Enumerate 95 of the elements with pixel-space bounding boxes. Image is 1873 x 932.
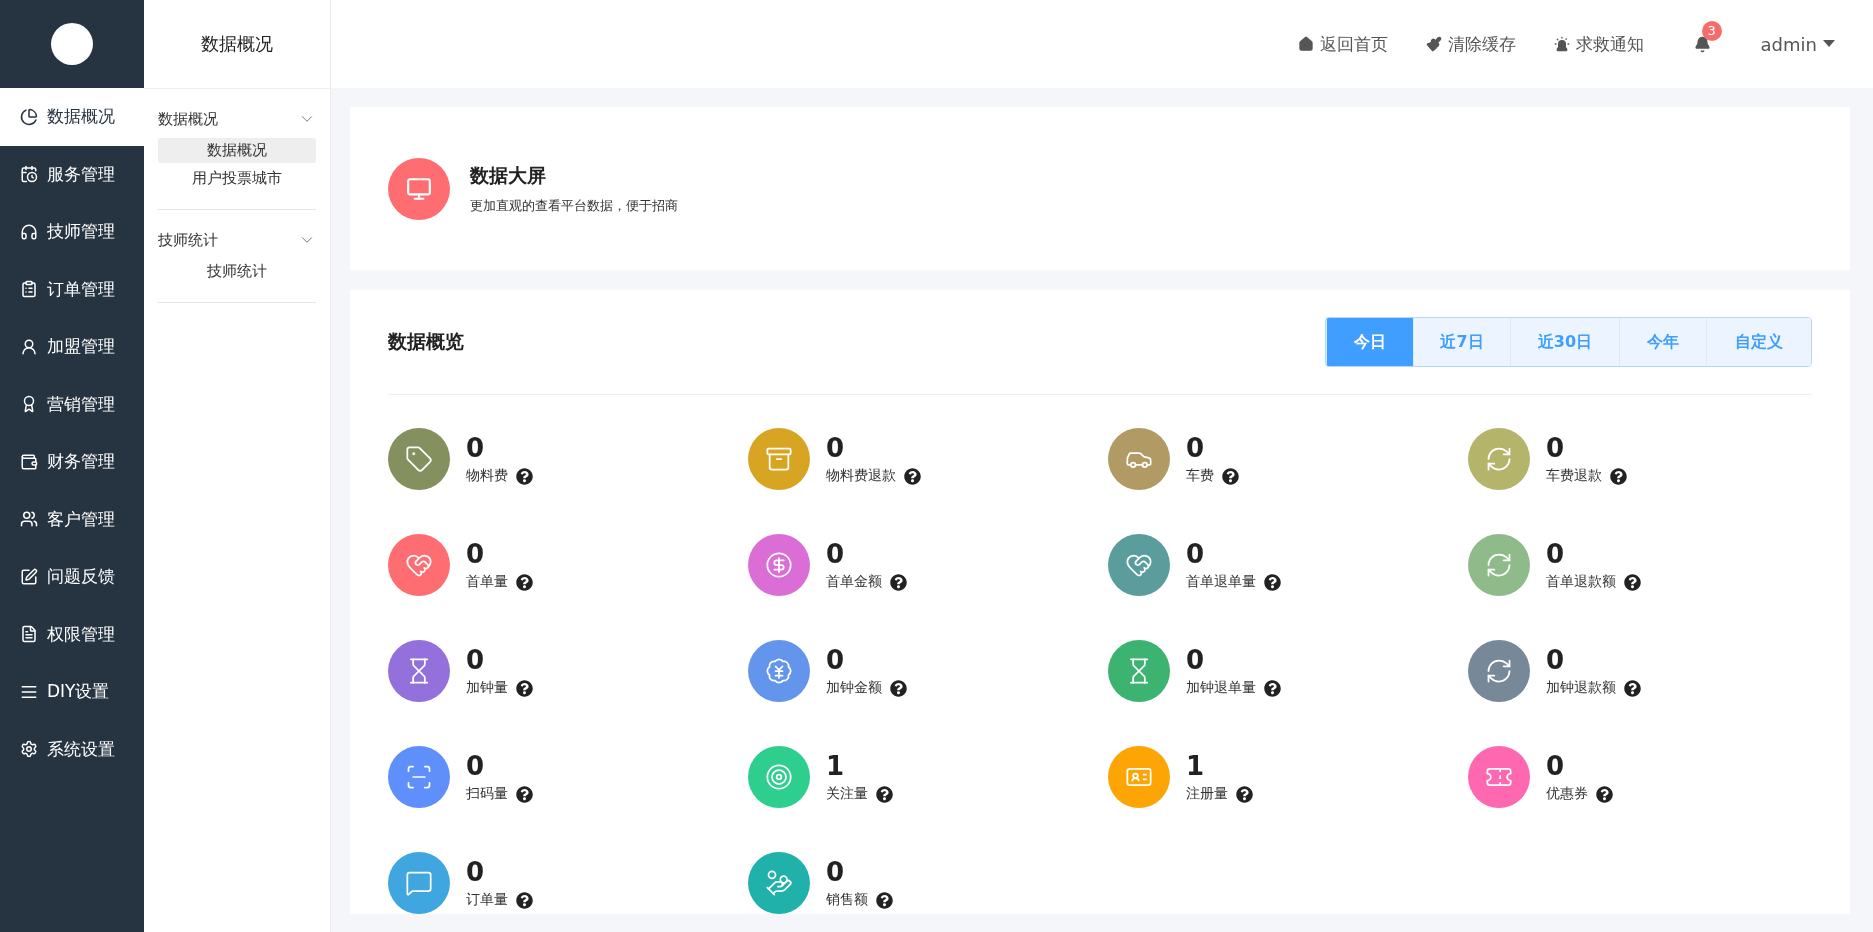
stat-label: 物料费 xyxy=(466,467,508,485)
document-icon xyxy=(20,625,38,644)
notification-badge: 3 xyxy=(1701,20,1722,41)
clipboard-icon xyxy=(20,280,38,299)
help-icon[interactable] xyxy=(1222,467,1239,485)
headphones-icon xyxy=(20,222,38,241)
users-icon xyxy=(20,510,38,529)
header-link[interactable]: 求救通知 xyxy=(1553,32,1644,56)
stat-value: 0 xyxy=(1186,433,1206,463)
stat-label: 加钟金额 xyxy=(826,679,882,697)
stat-value: 0 xyxy=(1546,751,1566,781)
stat-label: 首单退款额 xyxy=(1546,573,1616,591)
sidebar-item[interactable]: 服务管理 xyxy=(0,145,144,203)
stat-label: 加钟退单量 xyxy=(1186,679,1256,697)
stat-value: 0 xyxy=(826,645,846,675)
help-icon[interactable] xyxy=(890,679,907,697)
calendar-icon xyxy=(20,165,38,184)
sidebar-item[interactable]: 财务管理 xyxy=(0,433,144,491)
sidebar-item[interactable]: 技师管理 xyxy=(0,203,144,261)
pie-chart-icon xyxy=(20,107,38,126)
home-icon xyxy=(1297,36,1314,52)
stat-label: 首单退单量 xyxy=(1186,573,1256,591)
stat-value: 0 xyxy=(1186,539,1206,569)
stat-value: 0 xyxy=(826,857,846,887)
user-menu[interactable]: admin xyxy=(1760,33,1835,55)
stat-label: 关注量 xyxy=(826,785,868,803)
header-link[interactable]: 清除缓存 xyxy=(1425,32,1516,56)
subnav-title: 数据概况 xyxy=(144,0,330,89)
stat-value: 0 xyxy=(826,433,846,463)
bell-icon[interactable] xyxy=(1693,35,1711,53)
user-icon xyxy=(20,337,38,356)
help-icon[interactable] xyxy=(1596,785,1613,803)
stat-value: 0 xyxy=(466,433,486,463)
help-icon[interactable] xyxy=(516,891,533,909)
sidebar-item[interactable]: 营销管理 xyxy=(0,375,144,433)
section-title: 数据概览 xyxy=(388,329,464,354)
banner-title[interactable]: 数据大屏 xyxy=(470,162,678,189)
stat-label: 加钟量 xyxy=(466,679,508,697)
stat-label: 注册量 xyxy=(1186,785,1228,803)
stat-value: 0 xyxy=(1186,645,1206,675)
help-icon[interactable] xyxy=(516,467,533,485)
help-icon[interactable] xyxy=(1624,573,1641,591)
caret-icon xyxy=(1823,40,1835,48)
sidebar-item[interactable]: 系统设置 xyxy=(0,720,144,778)
help-icon[interactable] xyxy=(876,785,893,803)
subnav-group[interactable]: 数据概况 xyxy=(158,103,316,135)
subnav-item[interactable]: 用户投票城市 xyxy=(158,166,316,191)
help-icon[interactable] xyxy=(516,785,533,803)
stat-value: 1 xyxy=(826,751,846,781)
sidebar-item[interactable]: 权限管理 xyxy=(0,605,144,663)
stat-label: 物料费退款 xyxy=(826,467,896,485)
stat-value: 0 xyxy=(466,857,486,887)
subnav-group[interactable]: 技师统计 xyxy=(158,224,316,256)
banner-description: 更加直观的查看平台数据，便于招商 xyxy=(470,196,678,215)
stat-label: 销售额 xyxy=(826,891,868,909)
help-icon[interactable] xyxy=(1624,679,1641,697)
stat-value: 0 xyxy=(466,539,486,569)
brush-icon xyxy=(1425,36,1442,52)
siren-icon xyxy=(1553,36,1570,52)
help-icon[interactable] xyxy=(1236,785,1253,803)
stat-value: 0 xyxy=(826,539,846,569)
help-icon[interactable] xyxy=(876,891,893,909)
help-icon[interactable] xyxy=(1264,679,1281,697)
help-icon[interactable] xyxy=(890,573,907,591)
sidebar-item[interactable]: 客户管理 xyxy=(0,490,144,548)
help-icon[interactable] xyxy=(516,573,533,591)
sidebar-item[interactable]: DIY设置 xyxy=(0,663,144,721)
stat-label: 首单量 xyxy=(466,573,508,591)
help-icon[interactable] xyxy=(1610,467,1627,485)
sidebar-item[interactable]: 数据概况 xyxy=(0,88,144,146)
help-icon[interactable] xyxy=(516,679,533,697)
help-icon[interactable] xyxy=(904,467,921,485)
stat-value: 1 xyxy=(1186,751,1206,781)
stat-label: 优惠券 xyxy=(1546,785,1588,803)
sidebar-item[interactable]: 加盟管理 xyxy=(0,318,144,376)
stat-value: 0 xyxy=(466,645,486,675)
subnav-item[interactable]: 技师统计 xyxy=(158,259,316,284)
header-link[interactable]: 返回首页 xyxy=(1297,32,1388,56)
edit-icon xyxy=(20,567,38,586)
stat-label: 扫码量 xyxy=(466,785,508,803)
sidebar-item[interactable]: 问题反馈 xyxy=(0,548,144,606)
stat-label: 车费 xyxy=(1186,467,1214,485)
stat-value: 0 xyxy=(1546,433,1566,463)
stat-label: 首单金额 xyxy=(826,573,882,591)
stat-label: 车费退款 xyxy=(1546,467,1602,485)
stat-value: 0 xyxy=(1546,645,1566,675)
stat-value: 0 xyxy=(1546,539,1566,569)
stat-value: 0 xyxy=(466,751,486,781)
logo-placeholder xyxy=(51,23,93,65)
subnav-item[interactable]: 数据概况 xyxy=(158,138,316,163)
stat-label: 订单量 xyxy=(466,891,508,909)
sidebar-item[interactable]: 订单管理 xyxy=(0,260,144,318)
stat-label: 加钟退款额 xyxy=(1546,679,1616,697)
help-icon[interactable] xyxy=(1264,573,1281,591)
settings-icon xyxy=(20,740,38,759)
